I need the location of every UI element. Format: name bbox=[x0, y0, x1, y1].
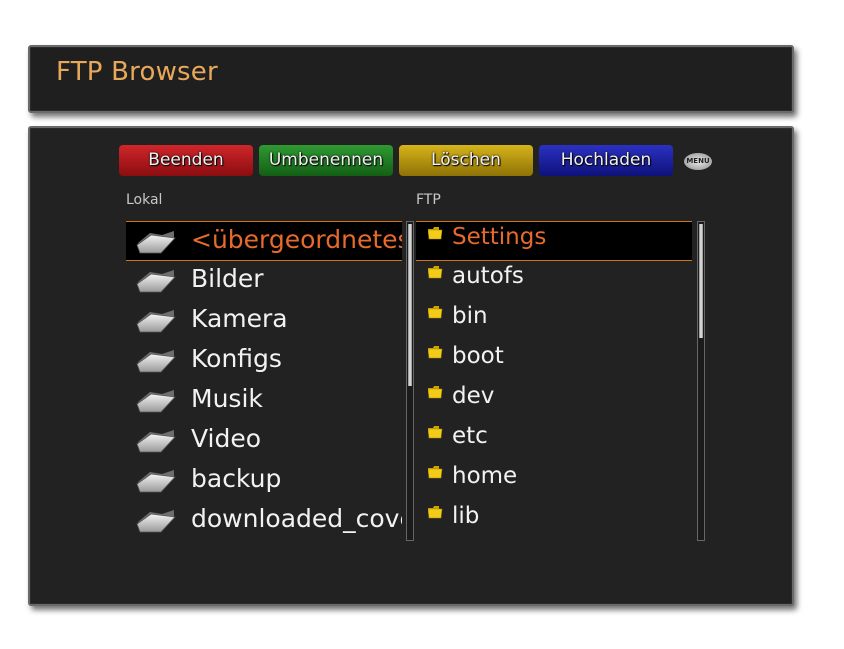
ftp-item-label: home bbox=[452, 463, 518, 488]
ftp-scrollbar-thumb[interactable] bbox=[699, 224, 703, 338]
upload-button[interactable]: Hochladen bbox=[539, 145, 673, 176]
local-list-item[interactable]: Bilder bbox=[126, 261, 402, 301]
local-item-label: <übergeordnetes Verzeichnis> bbox=[191, 225, 402, 254]
ftp-scrollbar[interactable] bbox=[697, 221, 705, 541]
local-label: Lokal bbox=[126, 192, 163, 208]
page-title: FTP Browser bbox=[56, 57, 218, 87]
ftp-list-item[interactable]: autofs bbox=[416, 261, 692, 301]
local-list-item[interactable]: Video bbox=[126, 421, 402, 461]
ftp-list-item[interactable]: home bbox=[416, 461, 692, 501]
ftp-list-item[interactable]: Settings bbox=[416, 221, 692, 261]
local-list-item[interactable]: backup bbox=[126, 461, 402, 501]
local-item-label: Konfigs bbox=[191, 344, 282, 373]
ftp-item-label: etc bbox=[452, 423, 488, 448]
folder-icon bbox=[136, 350, 176, 373]
delete-button[interactable]: Löschen bbox=[399, 145, 533, 176]
local-item-label: Musik bbox=[191, 384, 263, 413]
folder-icon bbox=[136, 510, 176, 533]
local-item-label: Kamera bbox=[191, 304, 288, 333]
local-list-item[interactable]: Kamera bbox=[126, 301, 402, 341]
folder-icon bbox=[428, 506, 443, 519]
folder-icon bbox=[136, 310, 176, 333]
local-list-item[interactable]: Musik bbox=[126, 381, 402, 421]
folder-icon bbox=[428, 266, 443, 279]
quit-button[interactable]: Beenden bbox=[119, 145, 253, 176]
ftp-item-label: Settings bbox=[452, 224, 547, 249]
folder-icon bbox=[428, 227, 443, 240]
folder-icon bbox=[136, 390, 176, 413]
local-list-item[interactable]: Konfigs bbox=[126, 341, 402, 381]
ftp-list-item[interactable]: boot bbox=[416, 341, 692, 381]
ftp-item-label: lib bbox=[452, 503, 480, 528]
ftp-list-item[interactable]: etc bbox=[416, 421, 692, 461]
folder-icon bbox=[136, 470, 176, 493]
folder-icon bbox=[428, 426, 443, 439]
folder-icon bbox=[428, 466, 443, 479]
ftp-item-label: bin bbox=[452, 303, 488, 328]
ftp-label: FTP bbox=[416, 192, 441, 208]
menu-icon[interactable]: MENU bbox=[684, 153, 712, 170]
folder-icon bbox=[428, 386, 443, 399]
local-scrollbar[interactable] bbox=[406, 221, 414, 541]
ftp-item-label: autofs bbox=[452, 263, 524, 288]
folder-icon bbox=[136, 430, 176, 453]
rename-button[interactable]: Umbenennen bbox=[259, 145, 393, 176]
local-list-item[interactable]: <übergeordnetes Verzeichnis> bbox=[126, 221, 402, 261]
ftp-item-label: dev bbox=[452, 383, 495, 408]
folder-icon bbox=[136, 270, 176, 293]
ftp-list-item[interactable]: dev bbox=[416, 381, 692, 421]
ftp-list-item[interactable]: lib bbox=[416, 501, 692, 541]
local-item-label: downloaded_covers bbox=[191, 504, 402, 533]
ftp-item-label: boot bbox=[452, 343, 504, 368]
title-panel: FTP Browser bbox=[28, 45, 794, 113]
local-item-label: backup bbox=[191, 464, 282, 493]
folder-icon bbox=[428, 346, 443, 359]
folder-icon bbox=[428, 306, 443, 319]
local-item-label: Bilder bbox=[191, 264, 264, 293]
local-file-list[interactable]: <übergeordnetes Verzeichnis> Bilder Kamera… bbox=[126, 221, 402, 541]
folder-icon bbox=[136, 231, 176, 254]
local-list-item[interactable]: downloaded_covers bbox=[126, 501, 402, 541]
local-item-label: Video bbox=[191, 424, 262, 453]
ftp-file-list[interactable]: Settings autofs bin boot dev etc home lib bbox=[416, 221, 692, 541]
ftp-list-item[interactable]: bin bbox=[416, 301, 692, 341]
local-scrollbar-thumb[interactable] bbox=[408, 224, 412, 386]
